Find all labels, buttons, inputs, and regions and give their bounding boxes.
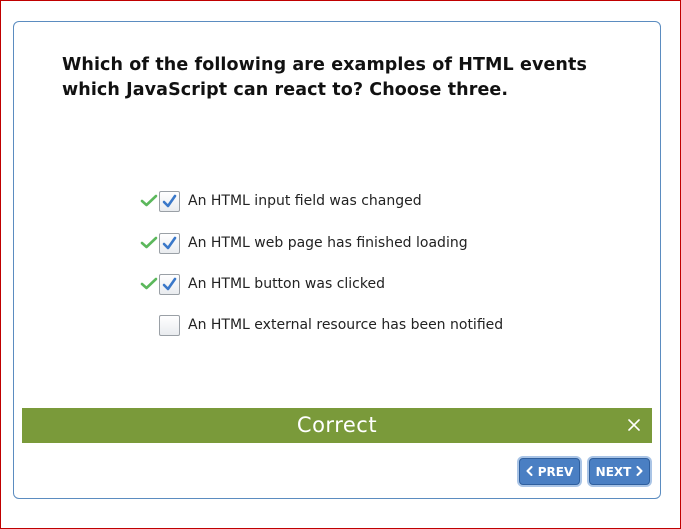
prev-button[interactable]: PREV — [519, 458, 580, 485]
option-checkbox-3[interactable] — [159, 273, 180, 295]
empty-mark-slot — [140, 316, 158, 334]
option-row-1[interactable]: An HTML input field was changed — [140, 189, 422, 213]
chevron-left-icon — [526, 465, 533, 479]
close-icon[interactable] — [626, 417, 642, 433]
feedback-bar: Correct — [22, 408, 652, 443]
correct-check-icon — [140, 192, 158, 210]
next-button[interactable]: NEXT — [589, 458, 650, 485]
option-label-4[interactable]: An HTML external resource has been notif… — [188, 317, 503, 333]
correct-check-icon — [140, 275, 158, 293]
option-row-2[interactable]: An HTML web page has finished loading — [140, 231, 468, 255]
feedback-text: Correct — [296, 413, 378, 437]
option-checkbox-4[interactable] — [159, 314, 180, 336]
prev-label: PREV — [537, 464, 574, 479]
option-row-4[interactable]: An HTML external resource has been notif… — [140, 313, 503, 337]
option-label-2[interactable]: An HTML web page has finished loading — [188, 235, 468, 251]
next-label: NEXT — [595, 464, 632, 479]
option-label-3[interactable]: An HTML button was clicked — [188, 276, 385, 292]
chevron-right-icon — [636, 465, 643, 479]
option-row-3[interactable]: An HTML button was clicked — [140, 272, 385, 296]
question-text: Which of the following are examples of H… — [62, 55, 587, 100]
option-label-1[interactable]: An HTML input field was changed — [188, 193, 422, 209]
option-checkbox-1[interactable] — [159, 190, 180, 212]
option-checkbox-2[interactable] — [159, 232, 180, 254]
correct-check-icon — [140, 234, 158, 252]
